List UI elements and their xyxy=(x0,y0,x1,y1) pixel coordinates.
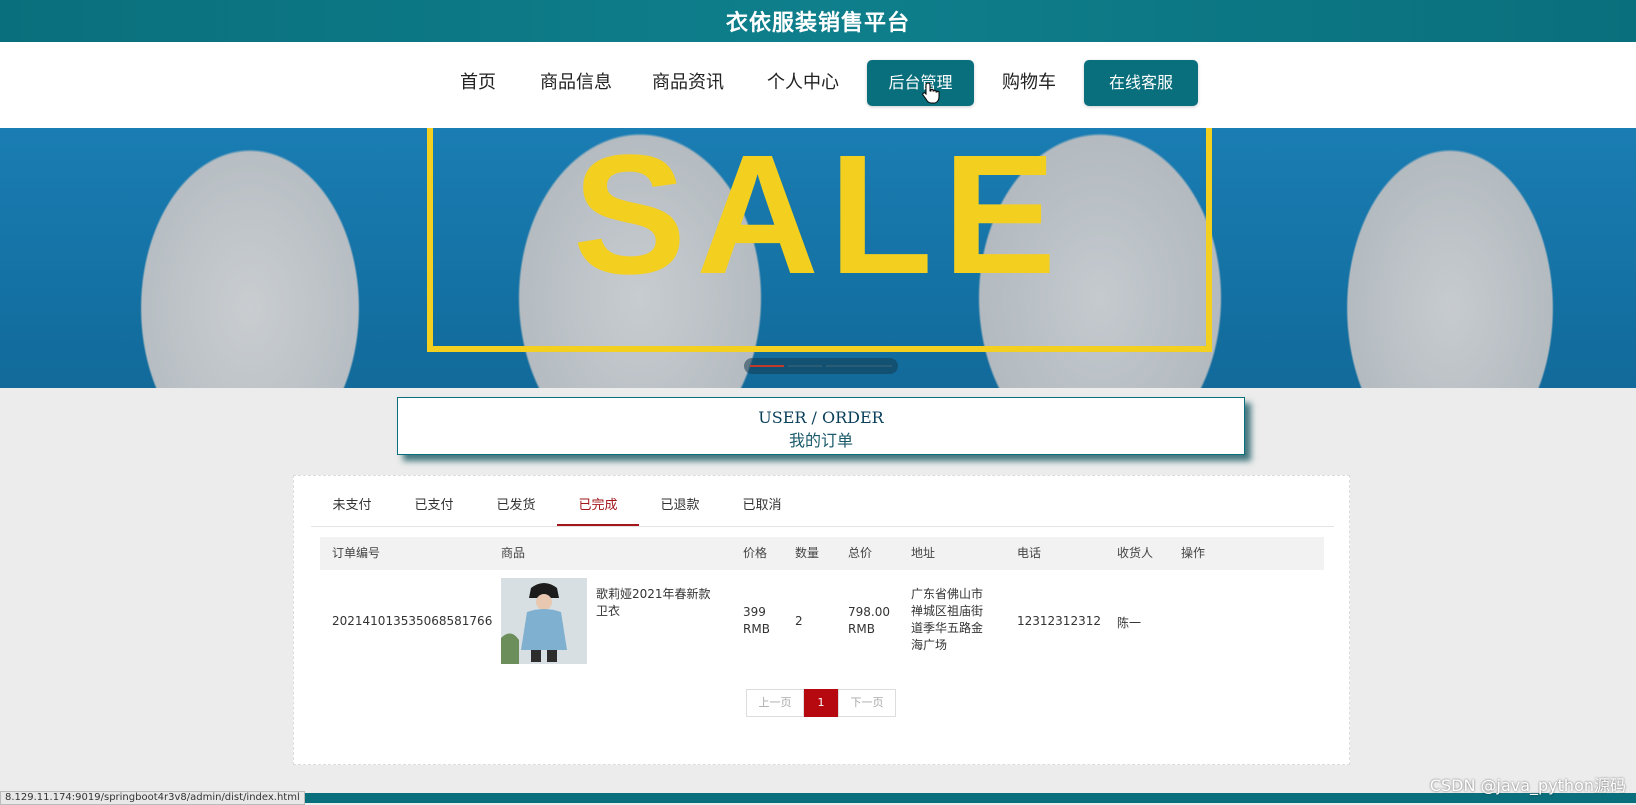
order-number: 202141013535068581766 xyxy=(332,614,493,628)
col-address: 地址 xyxy=(911,546,936,560)
nav-admin-button[interactable]: 后台管理 xyxy=(867,60,974,106)
nav-personal-center[interactable]: 个人中心 xyxy=(765,60,841,106)
address: 广东省佛山市禅城区祖庙街道季华五路金海广场 xyxy=(911,587,984,652)
carousel-dot-2[interactable] xyxy=(788,365,822,367)
nav-news[interactable]: 商品资讯 xyxy=(650,60,726,106)
price: 399 RMB xyxy=(743,605,770,636)
nav-home[interactable]: 首页 xyxy=(458,60,498,106)
section-title-en: USER / ORDER xyxy=(758,408,884,427)
watermark: CSDN @java_python源码 xyxy=(1429,776,1626,795)
promo-banner[interactable]: SALE xyxy=(0,128,1636,388)
nav-cart[interactable]: 购物车 xyxy=(1000,60,1058,106)
page-1-button[interactable]: 1 xyxy=(804,689,838,717)
col-product: 商品 xyxy=(501,546,526,560)
col-receiver: 收货人 xyxy=(1117,546,1154,560)
tab-unpaid[interactable]: 未支付 xyxy=(311,486,393,526)
carousel-indicator[interactable] xyxy=(744,358,898,374)
product-thumbnail[interactable] xyxy=(501,578,587,664)
order-status-tabs: 未支付 已支付 已发货 已完成 已退款 已取消 xyxy=(311,486,1334,527)
section-title-box: USER / ORDER 我的订单 xyxy=(397,397,1245,455)
tab-paid[interactable]: 已支付 xyxy=(393,486,475,526)
order-table: 订单编号 商品 价格 数量 总价 地址 电话 收货人 操作 2021410135… xyxy=(320,537,1324,674)
main-navigation: 首页 商品信息 商品资讯 个人中心 后台管理 购物车 在线客服 xyxy=(0,42,1636,128)
carousel-dot-3[interactable] xyxy=(826,365,860,367)
prev-page-button[interactable]: 上一页 xyxy=(746,689,804,717)
site-title: 衣依服装销售平台 xyxy=(725,11,910,36)
receiver: 陈一 xyxy=(1117,616,1142,630)
table-header: 订单编号 商品 价格 数量 总价 地址 电话 收货人 操作 xyxy=(320,537,1324,570)
section-title-cn: 我的订单 xyxy=(788,431,853,450)
col-qty: 数量 xyxy=(795,546,820,560)
top-header-bar: 衣依服装销售平台 xyxy=(0,0,1636,42)
col-price: 价格 xyxy=(743,546,768,560)
nav-online-service-button[interactable]: 在线客服 xyxy=(1084,60,1198,106)
product-name[interactable]: 歌莉娅2021年春新款卫衣 xyxy=(596,586,714,620)
tab-refunded[interactable]: 已退款 xyxy=(639,486,721,526)
hand-cursor-icon xyxy=(922,82,940,104)
pagination: 上一页 1 下一页 xyxy=(746,689,896,717)
order-panel: 未支付 已支付 已发货 已完成 已退款 已取消 订单编号 商品 价格 数量 总价… xyxy=(293,475,1350,765)
nav-products[interactable]: 商品信息 xyxy=(538,60,614,106)
table-row: 202141013535068581766 歌莉娅2021年春新款卫衣 399 … xyxy=(320,570,1324,674)
col-total: 总价 xyxy=(848,546,873,560)
tab-cancelled[interactable]: 已取消 xyxy=(721,486,803,526)
carousel-dot-4[interactable] xyxy=(858,365,892,367)
col-actions: 操作 xyxy=(1181,546,1206,560)
col-phone: 电话 xyxy=(1017,546,1042,560)
tab-shipped[interactable]: 已发货 xyxy=(475,486,557,526)
next-page-button[interactable]: 下一页 xyxy=(838,689,896,717)
carousel-dot-1[interactable] xyxy=(750,365,784,367)
product-photo-icon xyxy=(501,578,587,664)
sale-text: SALE xyxy=(572,128,1067,310)
total-price: 798.00 RMB xyxy=(848,605,890,636)
quantity: 2 xyxy=(795,614,803,628)
col-order-no: 订单编号 xyxy=(332,546,381,560)
tab-completed[interactable]: 已完成 xyxy=(557,486,639,526)
phone: 12312312312 xyxy=(1017,614,1101,628)
